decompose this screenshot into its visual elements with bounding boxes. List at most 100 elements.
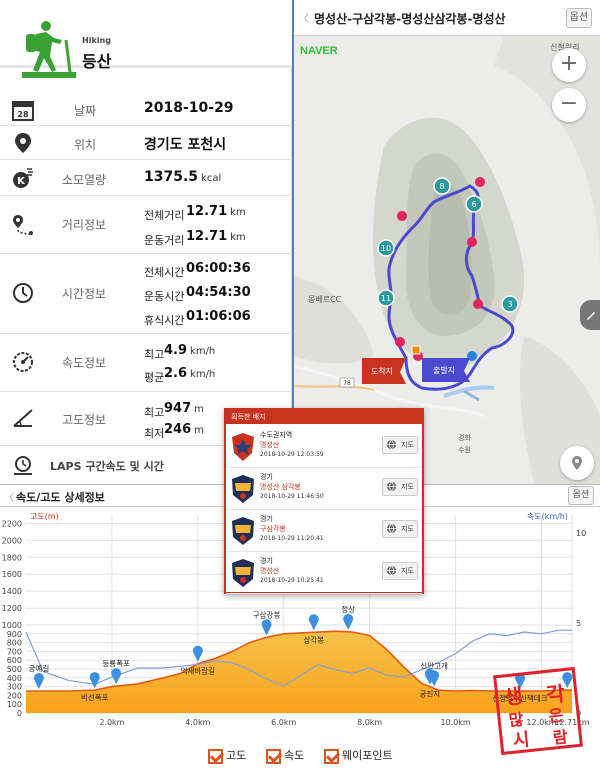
date-label: 날짜 [73, 104, 97, 118]
waypoint-label: 등룡폭포 [102, 659, 130, 668]
badge-shield-icon [232, 475, 254, 503]
zoom-out-button[interactable]: − [552, 88, 586, 122]
checkbox-icon [324, 748, 339, 764]
zoom-in-button[interactable]: + [552, 48, 586, 82]
y-axis-label-left: 고도(m) [30, 512, 59, 521]
move-distance-value: 12.71 [186, 229, 228, 244]
legend-altitude[interactable]: 고도 [208, 747, 246, 765]
checkbox-icon [266, 748, 281, 764]
badge-time: 2018-10-29 12:03:59 [260, 451, 324, 458]
map-title: 명성산-구삼각봉-명성산삼각봉-명성산 [314, 12, 506, 26]
rest-time-value: 01:06:06 [186, 309, 251, 324]
speed-row: 속도정보 최고 4.9 km/h 평균 2.6 km/h [0, 334, 292, 392]
detail-title: 속도/고도 상세정보 [16, 491, 105, 504]
calorie-unit: kcal [201, 173, 222, 184]
avg-speed-unit: km/h [190, 369, 216, 380]
y-tick-label-left: 500 [7, 665, 22, 674]
side-pen-tab[interactable] [580, 300, 600, 330]
globe-icon [386, 523, 397, 534]
detail-back-button[interactable]: 〈 [4, 489, 14, 504]
y-tick-label-right: 10 [576, 529, 586, 538]
move-distance-unit: km [230, 232, 246, 243]
move-time-label: 운동시간 [144, 290, 185, 303]
badge-time: 2018-10-29 11:46:50 [260, 493, 324, 500]
y-tick-label-left: 1200 [2, 604, 22, 613]
finish-marker[interactable]: 도착지 [362, 358, 406, 384]
my-location-button[interactable] [560, 446, 594, 480]
total-time-label: 전체시간 [144, 266, 185, 279]
waypoint-pin[interactable] [343, 613, 354, 630]
legend-waypoint[interactable]: 웨이포인트 [324, 747, 393, 765]
x-tick-label: 4.0km [185, 718, 210, 727]
svg-text:11: 11 [381, 294, 391, 303]
y-tick-label-left: 400 [7, 674, 22, 683]
max-alt-wrap: 947 m [164, 401, 204, 416]
altitude-label: 고도정보 [61, 413, 107, 427]
y-tick-label-left: 900 [7, 630, 22, 639]
svg-text:K: K [17, 176, 26, 187]
waypoint-pin[interactable] [111, 668, 122, 685]
map-label-golf: 몽베르CC [308, 295, 342, 304]
waypoint-label: 궁진지 [419, 689, 440, 699]
badge-time: 2018-10-29 10:25:41 [260, 577, 324, 584]
waypoint-label: 궁예길 [29, 663, 50, 673]
y-axis-label-right: 속도(km/h) [527, 512, 568, 521]
waypoint-pin[interactable] [308, 614, 319, 631]
speedometer-icon [13, 352, 33, 372]
avg-speed-label: 평균 [144, 371, 165, 384]
avg-speed-wrap: 2.6 km/h [164, 366, 215, 381]
badge-item: 수도권지역 명성산 2018-10-29 12:03:59 지도 [226, 426, 422, 468]
legend-speed[interactable]: 속도 [266, 747, 304, 765]
total-time-value: 06:00:36 [186, 261, 251, 276]
map-option-button[interactable]: 옵션 [566, 8, 592, 28]
stamp-char-6: 람 [551, 727, 569, 748]
laps-label: LAPS 구간속도 및 시간 [50, 460, 164, 473]
min-alt-label: 최저 [144, 427, 165, 440]
legend-speed-label: 속도 [284, 749, 305, 762]
max-speed-wrap: 4.9 km/h [164, 343, 215, 358]
badge-type: 수도권지역 [260, 431, 293, 439]
x-tick-label: 2.0km [99, 718, 124, 727]
waypoint-pin[interactable] [192, 645, 203, 662]
location-row: 위치 경기도 포천시 [0, 126, 292, 160]
waypoint-marker-6[interactable]: 6 [465, 195, 483, 213]
legend-altitude-label: 고도 [226, 749, 247, 762]
waypoint-pin[interactable] [89, 672, 100, 689]
y-tick-label-left: 200 [7, 691, 22, 700]
date-row: 28 날짜 2018-10-29 [0, 92, 292, 126]
waypoint-marker-3[interactable]: 3 [501, 295, 519, 313]
waypoint-marker-11[interactable]: 11 [377, 289, 395, 307]
y-tick-label-left: 100 [7, 700, 22, 709]
max-alt-value: 947 [164, 401, 192, 416]
y-tick-label-left: 700 [7, 647, 22, 656]
badge-item: 경기 명성산 2018-10-29 10:25:41 지도 [226, 552, 422, 594]
waypoint-pin[interactable] [429, 670, 440, 687]
badge-name: 명성산 [260, 567, 280, 575]
total-distance-unit: km [230, 207, 246, 218]
speed-label: 속도정보 [61, 356, 107, 370]
checkbox-icon [208, 748, 223, 764]
waypoint-label: 정상 [341, 604, 355, 614]
distance-label: 거리정보 [61, 218, 107, 232]
waypoint-marker-10[interactable]: 10 [377, 239, 395, 257]
waypoint-marker-8[interactable]: 8 [433, 177, 451, 195]
svg-text:6: 6 [471, 200, 476, 209]
naver-logo: NAVER [300, 45, 338, 57]
waypoint-pin[interactable] [261, 619, 272, 636]
detail-option-button[interactable]: 옵션 [568, 486, 594, 505]
svg-text:3: 3 [507, 300, 512, 309]
chart-legend: 고도 속도 웨이포인트 [208, 747, 468, 767]
move-distance-label: 운동거리 [144, 234, 185, 247]
badge-item: 경기 명성산 삼각봉 2018-10-29 11:46:50 지도 [226, 468, 422, 510]
badge-type: 경기 [260, 557, 273, 565]
svg-text:10: 10 [381, 244, 391, 253]
activity-header: Hiking 등산 [0, 0, 292, 78]
max-speed-label: 최고 [144, 348, 165, 361]
map-back-button[interactable]: 〈 [298, 10, 309, 26]
waypoint-label: 억새바람길 [181, 666, 216, 676]
y-tick-label-left: 0 [17, 709, 22, 718]
globe-icon [386, 481, 397, 492]
y-tick-label-left: 1000 [2, 621, 22, 630]
start-marker[interactable]: 출발지 [422, 358, 470, 382]
calorie-label: 소모열량 [61, 173, 107, 187]
